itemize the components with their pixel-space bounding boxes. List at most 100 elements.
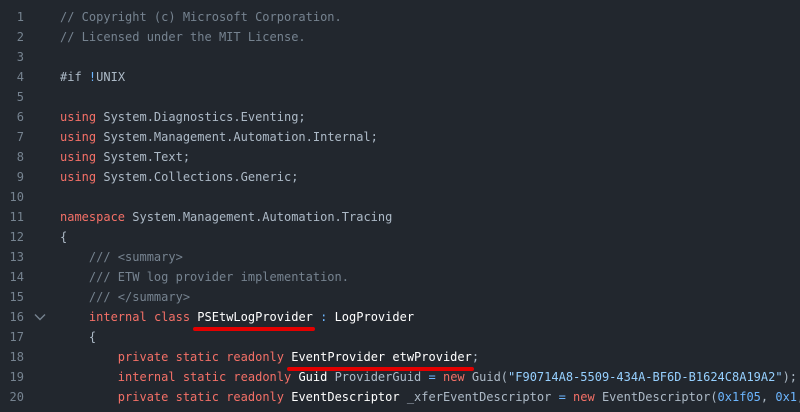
line-number: 2	[16, 30, 24, 44]
code-text: #if !UNIX	[60, 67, 125, 87]
line-number: 8	[16, 150, 24, 164]
highlighted-token: PSEtwLogProvider	[197, 310, 313, 324]
code-line[interactable]: 9 using System.Collections.Generic;	[0, 167, 800, 187]
line-number: 7	[16, 130, 24, 144]
code-token: internal	[88, 310, 147, 324]
code-token: "F90714A8-5509-434A-BF6D-B1624C8A19A2"	[508, 370, 783, 384]
line-number: 6	[16, 110, 24, 124]
code-token: readonly	[226, 390, 284, 404]
code-token: =	[558, 390, 566, 404]
line-number: 15	[9, 290, 24, 304]
code-editor[interactable]: 1 // Copyright (c) Microsoft Corporation.…	[0, 0, 800, 412]
code-text: {	[60, 227, 67, 247]
code-token: namespace	[60, 210, 126, 224]
code-line[interactable]: 13 /// <summary>	[0, 247, 800, 267]
code-token: using	[60, 170, 97, 184]
code-token: UNIX	[96, 70, 126, 84]
code-token: ,	[760, 390, 776, 404]
code-line[interactable]: 17 {	[0, 327, 800, 347]
line-number: 5	[16, 90, 24, 104]
code-line[interactable]: 7 using System.Management.Automation.Inte…	[0, 127, 800, 147]
line-number: 13	[9, 250, 24, 264]
code-line[interactable]: 18 private static readonly EventProvider…	[0, 347, 800, 367]
code-token: new	[573, 390, 595, 404]
code-text: internal class PSEtwLogProvider : LogPro…	[60, 307, 414, 327]
code-token: static	[175, 390, 219, 404]
code-token: System.Diagnostics.Eventing;	[96, 110, 306, 124]
code-token: new	[442, 370, 465, 384]
code-token: internal	[117, 370, 176, 384]
line-number: 12	[9, 230, 24, 244]
code-line[interactable]: 2 // Licensed under the MIT License.	[0, 27, 800, 47]
code-line[interactable]: 12 {	[0, 227, 800, 247]
code-text: /// <summary>	[60, 247, 183, 267]
code-token: /// </summary>	[60, 290, 191, 304]
code-text: using System.Collections.Generic;	[60, 167, 298, 187]
code-token: Guid(	[464, 370, 509, 384]
code-line[interactable]: 8 using System.Text;	[0, 147, 800, 167]
chevron-down-icon[interactable]	[34, 307, 46, 327]
code-text: using System.Management.Automation.Inter…	[60, 127, 378, 147]
code-token: ProviderGuid	[327, 370, 429, 384]
code-text: // Licensed under the MIT License.	[60, 27, 306, 47]
code-line[interactable]: 16 internal class PSEtwLogProvider : Log…	[0, 307, 800, 327]
code-token: static	[175, 350, 219, 364]
line-number: 1	[16, 10, 24, 24]
line-number: 14	[9, 270, 24, 284]
code-line[interactable]: 6 using System.Diagnostics.Eventing;	[0, 107, 800, 127]
code-token: =	[428, 370, 436, 384]
code-line[interactable]: 20 private static readonly EventDescript…	[0, 387, 800, 407]
code-text: private static readonly EventDescriptor …	[60, 387, 800, 407]
line-number: 20	[9, 390, 24, 404]
code-token: {	[60, 330, 97, 344]
line-number: 16	[9, 310, 24, 324]
code-line[interactable]: 4 #if !UNIX	[0, 67, 800, 87]
line-number: 11	[9, 210, 24, 224]
code-line[interactable]: 5	[0, 87, 800, 107]
code-line[interactable]: 1 // Copyright (c) Microsoft Corporation.	[0, 7, 800, 27]
code-token: 0x1f05	[717, 390, 761, 404]
code-token: System.Collections.Generic;	[96, 170, 299, 184]
code-token: System.Text;	[96, 150, 191, 164]
code-line[interactable]: 10	[0, 187, 800, 207]
code-token: 0x1	[775, 390, 798, 404]
code-token: /// ETW log provider implementation.	[60, 270, 349, 284]
code-line[interactable]: 11 namespace System.Management.Automation…	[0, 207, 800, 227]
code-token: class	[153, 310, 191, 324]
code-text: /// ETW log provider implementation.	[60, 267, 349, 287]
code-token: System.Management.Automation.Tracing	[125, 210, 393, 224]
code-token: #if	[60, 70, 89, 84]
code-token: using	[60, 110, 97, 124]
red-underline-marker	[193, 327, 315, 331]
code-token: readonly	[233, 370, 292, 384]
code-text: {	[60, 327, 96, 347]
code-token: EventDescriptor	[291, 390, 400, 404]
code-token: System.Management.Automation.Internal;	[96, 130, 378, 144]
line-number: 18	[9, 350, 24, 364]
code-token: // Copyright (c) Microsoft Corporation.	[60, 10, 342, 24]
code-text: using System.Text;	[60, 147, 190, 167]
code-token: Guid	[298, 370, 328, 384]
code-line[interactable]: 3	[0, 47, 800, 67]
code-token: EventDescriptor(	[594, 390, 718, 404]
code-token: private	[117, 390, 169, 404]
code-token: // Licensed under the MIT License.	[60, 30, 306, 44]
line-number: 9	[16, 170, 24, 184]
code-line[interactable]: 14 /// ETW log provider implementation.	[0, 267, 800, 287]
code-token: {	[60, 230, 68, 244]
code-token: static	[182, 370, 227, 384]
code-token: _xferEventDescriptor	[399, 390, 559, 404]
code-text: /// </summary>	[60, 287, 190, 307]
code-text: // Copyright (c) Microsoft Corporation.	[60, 7, 342, 27]
code-token: using	[60, 150, 97, 164]
line-number: 17	[9, 330, 24, 344]
code-token: using	[60, 130, 97, 144]
code-line[interactable]: 15 /// </summary>	[0, 287, 800, 307]
